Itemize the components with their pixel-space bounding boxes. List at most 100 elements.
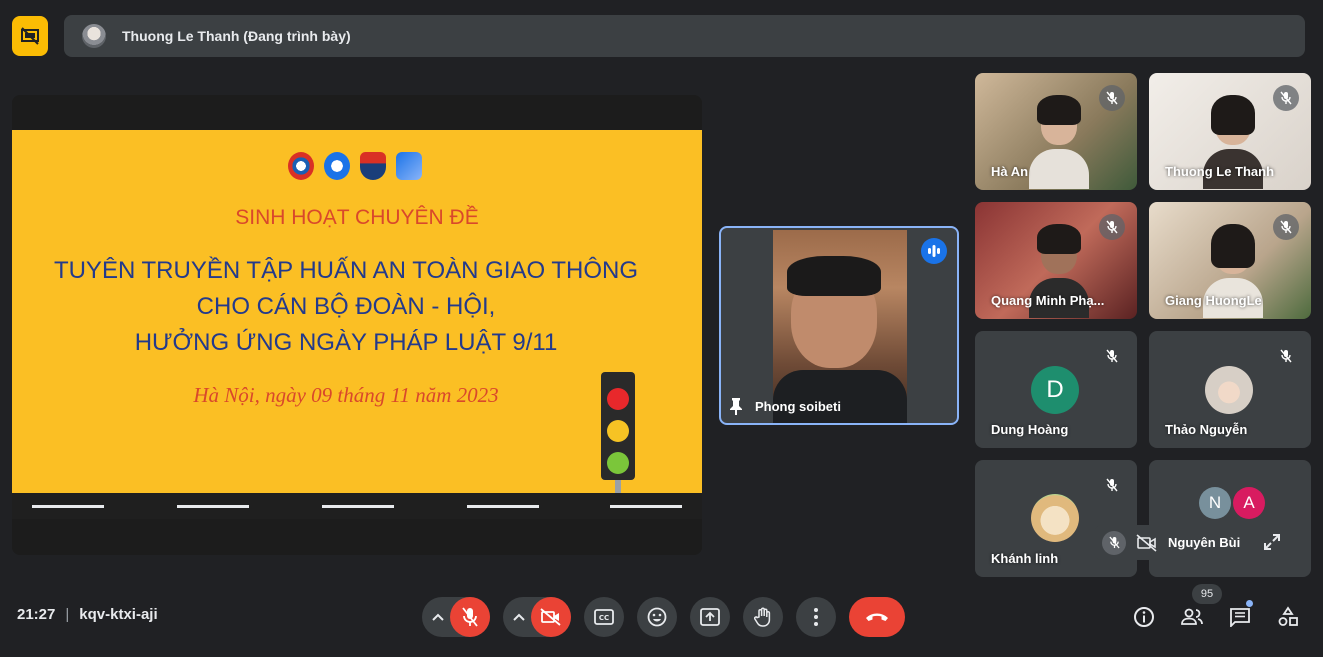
side-panel-controls (1128, 597, 1308, 637)
video-hair (1211, 224, 1255, 268)
slide-title-line: CHO CÁN BỘ ĐOÀN - HỘI, (196, 293, 496, 320)
separator: | (65, 606, 70, 623)
video-body (1029, 149, 1089, 189)
audio-options-chevron-icon[interactable] (430, 613, 446, 621)
muted-mic-icon (1273, 214, 1299, 240)
avatar (1205, 366, 1253, 414)
self-view-bar[interactable]: Nguyên Bùi (1094, 525, 1293, 560)
student-association-logo (324, 152, 350, 180)
yellow-light (607, 420, 629, 442)
activities-button[interactable] (1272, 597, 1304, 637)
leave-call-button[interactable] (849, 597, 905, 637)
participant-tile[interactable]: D Dung Hoàng (975, 331, 1137, 448)
participant-name: Thảo Nguyễn (1165, 422, 1248, 437)
hang-up-icon (866, 613, 888, 621)
meeting-time: 21:27 (17, 606, 56, 623)
self-name: Nguyên Bùi (1168, 535, 1241, 550)
school-crest-logo (360, 152, 386, 180)
participant-tile[interactable]: Giang HuongLe (1149, 202, 1311, 319)
people-button[interactable] (1176, 597, 1208, 637)
youth-union-logo (288, 152, 314, 180)
presenter-bar[interactable]: Thuong Le Thanh (Đang trình bày) (64, 15, 1305, 57)
video-hair (1037, 95, 1081, 125)
camera-off-icon (1136, 533, 1157, 552)
participant-tile[interactable]: Quang Minh Phạ... (975, 202, 1137, 319)
participant-name: Quang Minh Phạ... (991, 293, 1105, 308)
meet-window: Thuong Le Thanh (Đang trình bày) SINH HO… (0, 0, 1323, 657)
participant-name: Khánh linh (991, 551, 1059, 566)
speaking-indicator-icon (921, 238, 947, 264)
captions-button[interactable]: CC (584, 597, 624, 637)
road-dash (322, 505, 394, 508)
present-screen-off-icon (21, 27, 39, 45)
chat-notification-dot (1246, 600, 1253, 607)
muted-mic-icon (1099, 85, 1125, 111)
slide-subtitle: SINH HOẠT CHUYÊN ĐỀ (235, 206, 479, 229)
hand-icon (754, 607, 771, 627)
muted-mic-icon (1099, 472, 1125, 498)
video-hair (1211, 95, 1255, 135)
expand-icon[interactable] (1263, 533, 1281, 551)
participant-name: Hà An (991, 164, 1029, 179)
road-dash (610, 505, 682, 508)
meeting-code: kqv-ktxi-aji (79, 606, 158, 623)
call-controls: CC (422, 597, 905, 637)
people-icon (1181, 608, 1203, 625)
presentation-toggle-button[interactable] (12, 16, 48, 56)
activities-shapes-icon (1278, 606, 1298, 626)
more-options-button[interactable] (796, 597, 836, 637)
camera-control-group (503, 597, 571, 637)
slide-date: Hà Nội, ngày 09 tháng 11 năm 2023 (193, 383, 499, 407)
mic-off-icon (462, 607, 478, 627)
present-now-button[interactable] (690, 597, 730, 637)
green-light (607, 452, 629, 474)
video-hair (1037, 224, 1081, 254)
participant-video (1029, 83, 1089, 189)
more-participants-avatars: N A (1199, 487, 1265, 519)
pin-icon[interactable] (729, 397, 743, 415)
more-vert-icon (814, 608, 818, 626)
meeting-info: 21:27 | kqv-ktxi-aji (17, 606, 158, 623)
avatar (1031, 494, 1079, 542)
presenter-name: Thuong Le Thanh (Đang trình bày) (122, 28, 351, 44)
reactions-button[interactable] (637, 597, 677, 637)
presentation-slide: SINH HOẠT CHUYÊN ĐỀ TUYÊN TRUYỀN TẬP HUẤ… (12, 130, 702, 519)
svg-text:CC: CC (599, 614, 609, 622)
avatar: A (1233, 487, 1265, 519)
participant-tile[interactable]: Thuong Le Thanh (1149, 73, 1311, 190)
pinned-participant-label: Phong soibeti (729, 397, 841, 415)
participant-name: Dung Hoàng (991, 422, 1069, 437)
raise-hand-button[interactable] (743, 597, 783, 637)
meeting-details-button[interactable] (1128, 597, 1160, 637)
microphone-toggle-button[interactable] (450, 597, 490, 637)
chat-icon (1230, 608, 1250, 627)
muted-mic-icon (1273, 343, 1299, 369)
closed-captions-icon: CC (594, 609, 614, 625)
slide-title-line: HƯỞNG ỨNG NGÀY PHÁP LUẬT 9/11 (134, 329, 558, 356)
road-graphic (12, 493, 702, 519)
info-icon (1134, 607, 1154, 627)
muted-mic-icon (1273, 85, 1299, 111)
slide-title: TUYÊN TRUYỀN TẬP HUẤN AN TOÀN GIAO THÔNG… (12, 253, 680, 361)
participant-name: Thuong Le Thanh (1165, 164, 1275, 179)
camera-toggle-button[interactable] (531, 597, 571, 637)
pinned-participant-tile[interactable]: Phong soibeti (719, 226, 959, 425)
road-dash (177, 505, 249, 508)
avatar: D (1031, 366, 1079, 414)
participant-name: Giang HuongLe (1165, 293, 1262, 308)
presentation-stage[interactable]: SINH HOẠT CHUYÊN ĐỀ TUYÊN TRUYỀN TẬP HUẤ… (12, 95, 702, 555)
participant-tile[interactable]: Hà An (975, 73, 1137, 190)
muted-mic-icon (1099, 214, 1125, 240)
self-muted-mic-icon (1102, 530, 1126, 555)
road-dash (467, 505, 539, 508)
participant-tile[interactable]: Thảo Nguyễn (1149, 331, 1311, 448)
emoji-icon (647, 607, 667, 627)
muted-mic-icon (1099, 343, 1125, 369)
participant-name: Phong soibeti (755, 398, 841, 414)
mic-control-group (422, 597, 490, 637)
red-light (607, 388, 629, 410)
video-hair (787, 256, 881, 296)
traffic-light-graphic (601, 372, 635, 480)
road-dash (32, 505, 104, 508)
video-options-chevron-icon[interactable] (511, 613, 527, 621)
